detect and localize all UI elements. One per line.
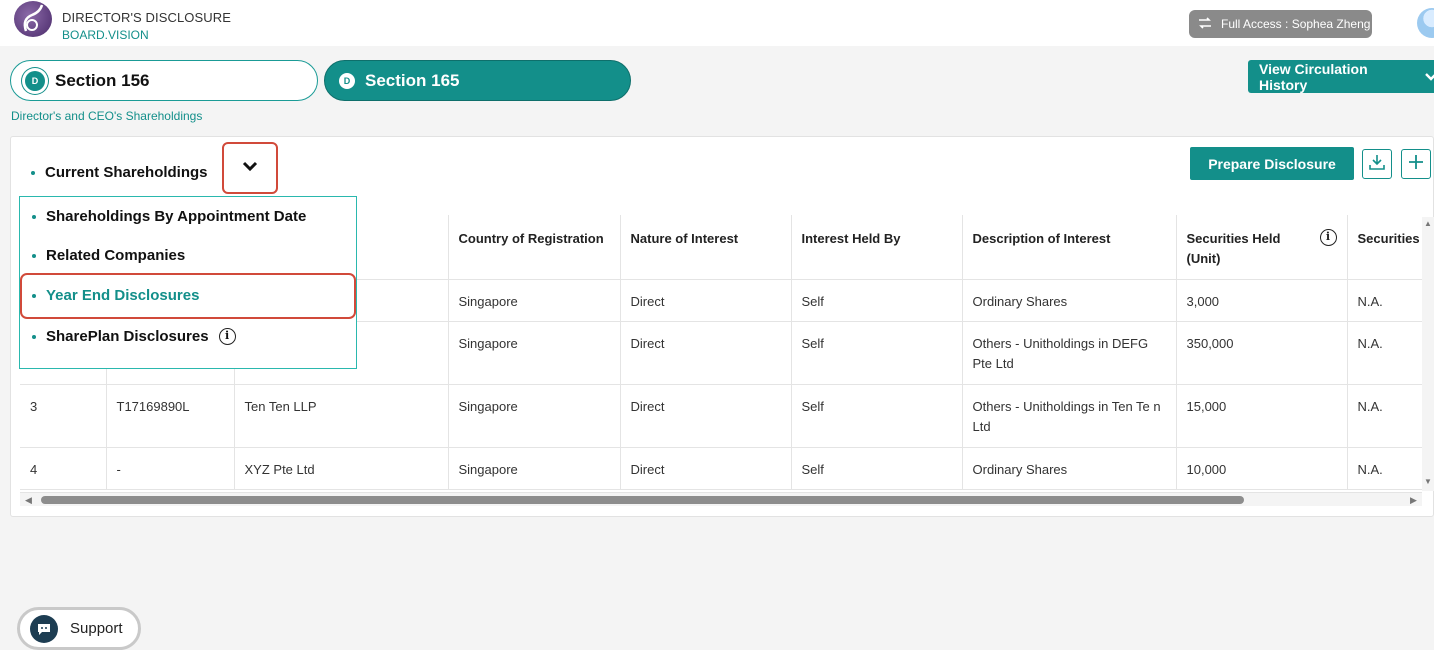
cell-nature: Direct xyxy=(620,279,792,322)
column-header-securities[interactable]: Securities xyxy=(1347,215,1422,280)
column-header-country[interactable]: Country of Registration xyxy=(448,215,621,280)
app-subtitle: BOARD.VISION xyxy=(62,28,149,42)
download-button[interactable] xyxy=(1362,149,1392,179)
cell-units: 350,000 xyxy=(1176,321,1348,385)
app-logo xyxy=(14,1,52,37)
plus-icon xyxy=(1407,153,1425,176)
cell-description: Others - Unitholdings in Ten Te n Ltd xyxy=(962,384,1177,448)
menu-item-related-companies[interactable]: Related Companies xyxy=(32,247,185,264)
tab-label: Section 156 xyxy=(55,70,150,90)
cell-held-by: Self xyxy=(791,321,963,385)
table-row[interactable]: 4 - XYZ Pte Ltd Singapore Direct Self Or… xyxy=(20,447,1422,490)
cell-description: Ordinary Shares xyxy=(962,447,1177,490)
current-view-text: Current Shareholdings xyxy=(45,164,208,181)
column-header-securities-held[interactable]: Securities Held (Unit) i xyxy=(1176,215,1348,280)
chevron-down-icon xyxy=(1424,69,1434,85)
menu-item-label: Year End Disclosures xyxy=(46,287,200,304)
tab-badge: D xyxy=(25,70,45,91)
view-circulation-history-button[interactable]: View Circulation History xyxy=(1248,60,1434,93)
info-icon[interactable]: i xyxy=(218,328,236,345)
chat-icon xyxy=(30,614,58,643)
app-title: DIRECTOR'S DISCLOSURE xyxy=(62,10,232,25)
tab-section-156[interactable]: D Section 156 xyxy=(10,60,318,101)
view-dropdown-toggle[interactable] xyxy=(222,142,278,194)
top-bar: DIRECTOR'S DISCLOSURE BOARD.VISION Full … xyxy=(0,0,1434,46)
column-header-description[interactable]: Description of Interest xyxy=(962,215,1177,280)
scroll-left-icon[interactable]: ◀ xyxy=(25,495,32,506)
cell-name: Ten Ten LLP xyxy=(234,384,449,448)
cell-country: Singapore xyxy=(448,447,621,490)
horizontal-scrollbar[interactable]: ◀ ▶ xyxy=(20,492,1422,506)
cell-no: 3 xyxy=(20,384,107,448)
tab-section-165[interactable]: D Section 165 xyxy=(324,60,631,101)
scroll-up-icon[interactable]: ▲ xyxy=(1424,219,1432,228)
cell-country: Singapore xyxy=(448,321,621,385)
column-header-held-by[interactable]: Interest Held By xyxy=(791,215,963,280)
scroll-down-icon[interactable]: ▼ xyxy=(1424,477,1432,486)
chevron-down-icon xyxy=(242,159,258,177)
securities-held-label: Securities Held (Unit) xyxy=(1186,231,1281,266)
current-view-label: Current Shareholdings xyxy=(31,164,208,181)
breadcrumb[interactable]: Director's and CEO's Shareholdings xyxy=(11,109,202,123)
cell-units: 15,000 xyxy=(1176,384,1348,448)
menu-item-label: Shareholdings By Appointment Date xyxy=(46,208,307,225)
support-label: Support xyxy=(70,620,123,637)
user-avatar[interactable] xyxy=(1417,8,1434,38)
prepare-disclosure-button[interactable]: Prepare Disclosure xyxy=(1190,147,1354,180)
column-header-nature[interactable]: Nature of Interest xyxy=(620,215,792,280)
cell-nature: Direct xyxy=(620,321,792,385)
access-label: Full Access : Sophea Zheng xyxy=(1221,17,1371,31)
cell-no: 4 xyxy=(20,447,107,490)
add-button[interactable] xyxy=(1401,149,1431,179)
bullet-icon xyxy=(32,334,36,339)
cell-units: 10,000 xyxy=(1176,447,1348,490)
cell-nature: Direct xyxy=(620,384,792,448)
cell-description: Others - Unitholdings in DEFG Pte Ltd xyxy=(962,321,1177,385)
cell-reg: - xyxy=(106,447,235,490)
scrollbar-thumb[interactable] xyxy=(41,496,1244,504)
menu-item-label: Related Companies xyxy=(46,247,186,264)
cell-reg: T17169890L xyxy=(106,384,235,448)
cell-securities: N.A. xyxy=(1347,321,1422,385)
bullet-icon xyxy=(31,170,35,175)
menu-item-year-end-disclosures[interactable]: Year End Disclosures xyxy=(32,287,199,304)
cell-description: Ordinary Shares xyxy=(962,279,1177,322)
cell-country: Singapore xyxy=(448,384,621,448)
cell-units: 3,000 xyxy=(1176,279,1348,322)
cell-name: XYZ Pte Ltd xyxy=(234,447,449,490)
cell-held-by: Self xyxy=(791,279,963,322)
cell-country: Singapore xyxy=(448,279,621,322)
table-row[interactable]: 3 T17169890L Ten Ten LLP Singapore Direc… xyxy=(20,384,1422,448)
cell-securities: N.A. xyxy=(1347,279,1422,322)
tab-badge: D xyxy=(339,72,355,89)
vertical-scrollbar[interactable]: ▲ ▼ xyxy=(1422,217,1434,491)
menu-item-label: SharePlan Disclosures xyxy=(46,328,209,345)
bullet-icon xyxy=(32,253,36,258)
cell-securities: N.A. xyxy=(1347,384,1422,448)
swap-icon xyxy=(1197,16,1213,33)
bullet-icon xyxy=(32,293,36,298)
tab-label: Section 165 xyxy=(365,70,460,90)
cell-securities: N.A. xyxy=(1347,447,1422,490)
menu-item-appointment-date[interactable]: Shareholdings By Appointment Date xyxy=(32,208,306,225)
cell-nature: Direct xyxy=(620,447,792,490)
support-button[interactable]: Support xyxy=(17,607,141,650)
download-icon xyxy=(1368,153,1386,176)
view-dropdown-menu: Shareholdings By Appointment Date Relate… xyxy=(19,196,357,369)
scroll-right-icon[interactable]: ▶ xyxy=(1410,495,1417,506)
circulation-label: View Circulation History xyxy=(1259,60,1368,93)
cell-held-by: Self xyxy=(791,447,963,490)
bullet-icon xyxy=(32,214,36,219)
cell-held-by: Self xyxy=(791,384,963,448)
access-switch-button[interactable]: Full Access : Sophea Zheng xyxy=(1189,10,1372,38)
info-icon[interactable]: i xyxy=(1319,229,1337,246)
menu-item-shareplan-disclosures[interactable]: SharePlan Disclosures i xyxy=(32,328,236,345)
